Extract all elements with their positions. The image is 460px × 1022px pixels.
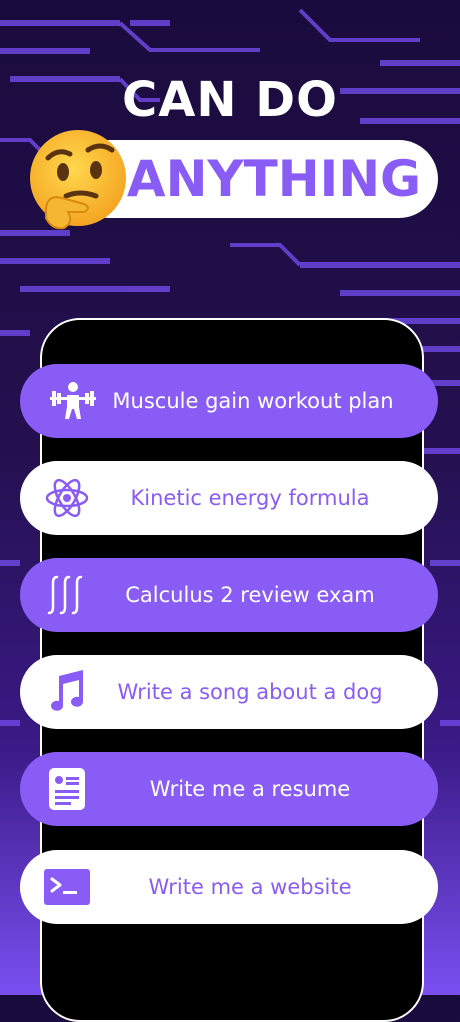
prompt-card-label: Kinetic energy formula: [130, 486, 370, 510]
prompt-card[interactable]: Write a song about a dog: [20, 655, 438, 729]
headline-anything: ANYTHING: [126, 150, 422, 208]
resume-icon: [20, 752, 102, 826]
weightlifting-icon: [20, 364, 108, 438]
prompt-card-label: Calculus 2 review exam: [125, 583, 375, 607]
prompt-card[interactable]: Muscule gain workout plan: [20, 364, 438, 438]
prompt-card-label: Write me a website: [148, 875, 352, 899]
prompt-card-label: Write a song about a dog: [117, 680, 383, 704]
integral-icon: [20, 558, 102, 632]
prompt-card[interactable]: Write me a resume: [20, 752, 438, 826]
prompt-card[interactable]: Kinetic energy formula: [20, 461, 438, 535]
prompt-card[interactable]: Write me a website: [20, 850, 438, 924]
atom-icon: [20, 461, 102, 535]
prompt-card[interactable]: Calculus 2 review exam: [20, 558, 438, 632]
music-note-icon: [20, 655, 102, 729]
prompt-card-label: Write me a resume: [149, 777, 351, 801]
prompt-card-label: Muscule gain workout plan: [112, 389, 394, 413]
thinking-face-icon: [30, 130, 126, 230]
terminal-icon: [20, 850, 102, 924]
